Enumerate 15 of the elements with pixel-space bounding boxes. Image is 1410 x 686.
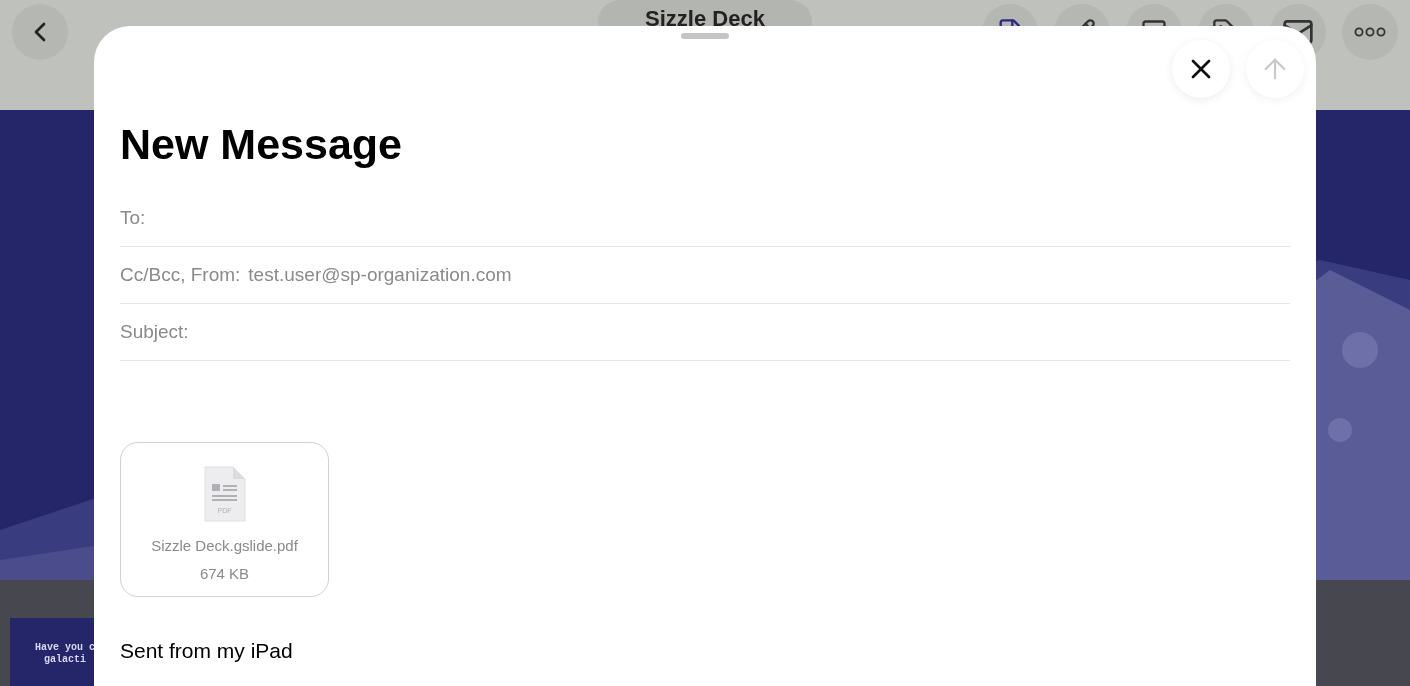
field-label: Cc/Bcc, From:: [120, 262, 241, 287]
attachment-size: 674 KB: [199, 563, 250, 584]
field-label: To:: [120, 205, 146, 230]
field-label: Subject:: [120, 319, 189, 344]
message-title: New Message: [120, 119, 403, 170]
field-value: test.user@sp-organization.com: [248, 262, 512, 287]
header-field[interactable]: Subject:: [120, 304, 1290, 361]
attachment-name: Sizzle Deck.gslide.pdf: [151, 536, 298, 556]
more-icon: [1354, 27, 1386, 37]
thumbnail-text: Have you c: [34, 642, 95, 654]
header-field[interactable]: To:: [120, 190, 1290, 247]
thumbnail-text: galacti: [43, 654, 86, 666]
header-field[interactable]: Cc/Bcc, From: test.user@sp-organization.com: [120, 247, 1290, 304]
signature-text: Sent from my iPad: [120, 638, 294, 664]
document-icon: [202, 465, 247, 523]
